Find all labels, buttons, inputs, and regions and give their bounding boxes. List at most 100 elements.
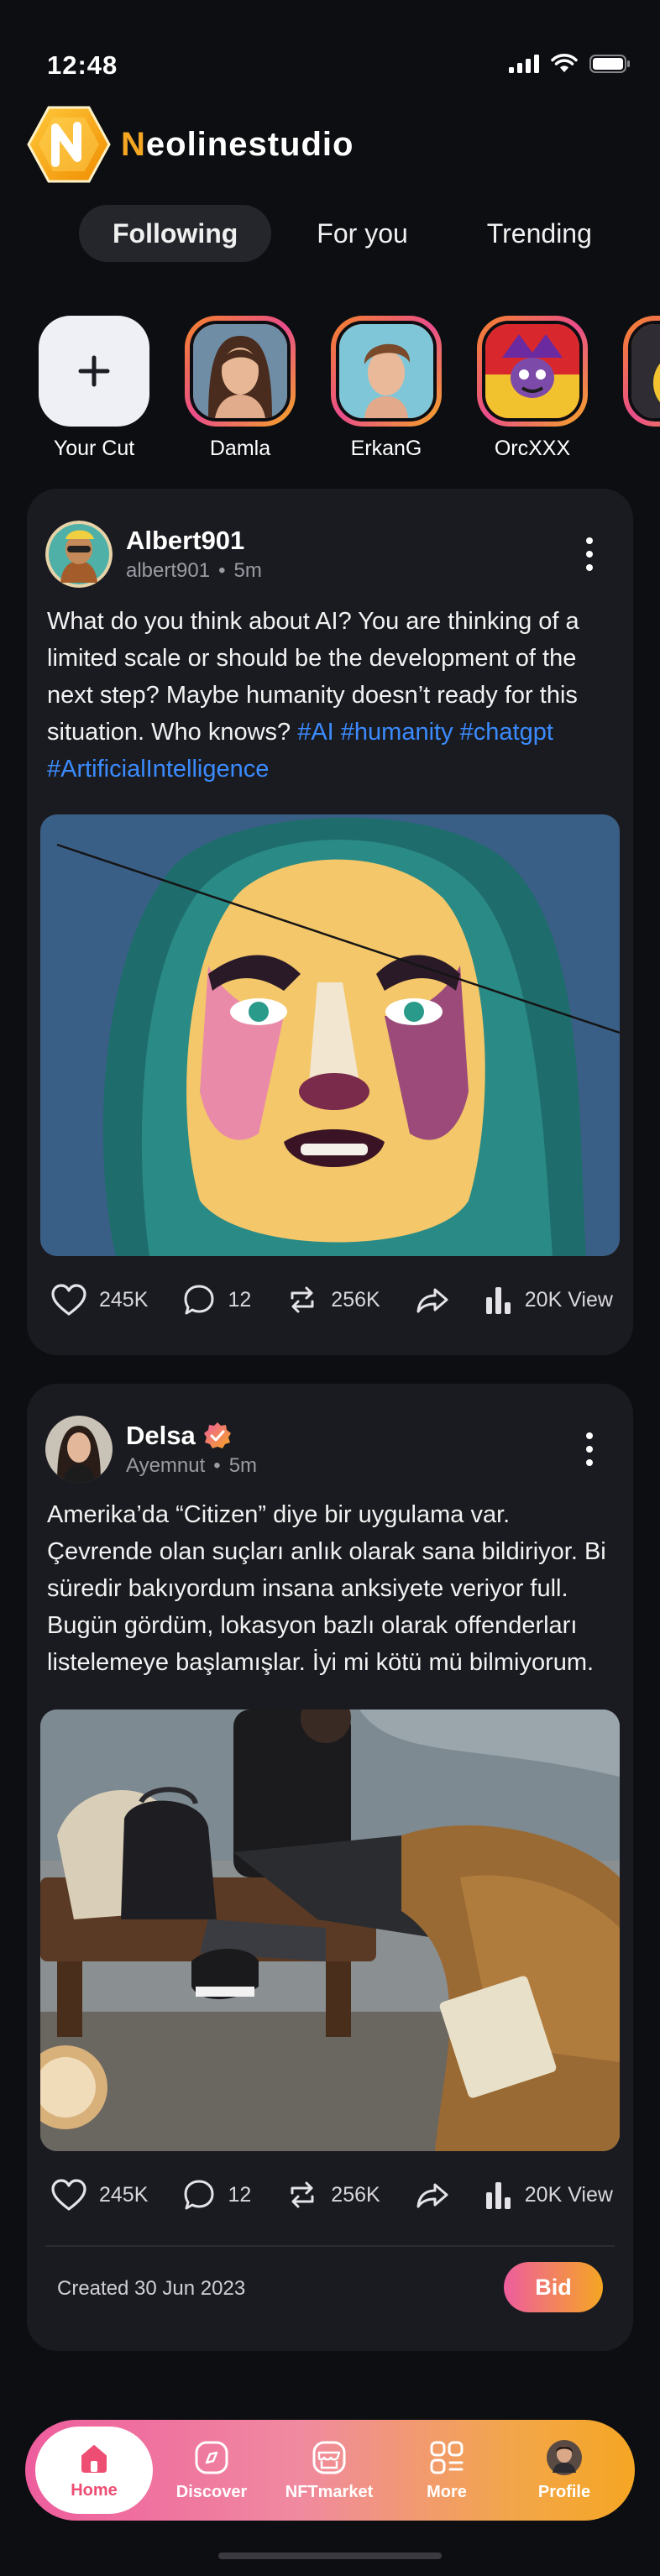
cellular-signal-icon (509, 55, 539, 73)
share-button[interactable] (415, 2178, 450, 2212)
avatar[interactable] (45, 1416, 113, 1483)
tab-following[interactable]: Following (79, 205, 272, 262)
story-partial[interactable]: D (623, 316, 660, 461)
avatar (547, 2439, 582, 2475)
author-name[interactable]: Albert901 (126, 526, 262, 556)
author-handle: albert901 (126, 559, 211, 582)
repost-icon (291, 1286, 314, 1313)
story-avatar (628, 321, 660, 421)
bid-button[interactable]: Bid (504, 2262, 603, 2312)
divider (45, 2245, 615, 2247)
home-indicator (218, 2552, 442, 2559)
stories-row: Your Cut Damla ErkanG OrcXXX (39, 316, 660, 467)
brand-name: Neolinestudio (121, 126, 354, 164)
story-label: Damla (209, 437, 271, 460)
view-count: 20K View (524, 2182, 613, 2207)
wifi-icon (551, 54, 578, 72)
tab-trending[interactable]: Trending (453, 205, 626, 262)
nav-discover[interactable]: Discover (153, 2420, 270, 2521)
post-image[interactable] (40, 1709, 620, 2151)
status-time: 12:48 (47, 50, 118, 80)
post-image[interactable] (40, 814, 620, 1256)
story-label: OrcXXX (494, 437, 571, 460)
nav-more[interactable]: More (388, 2420, 505, 2521)
created-date: Created 30 Jun 2023 (57, 2277, 246, 2300)
market-icon (312, 2441, 346, 2474)
brand-name-initial: N (121, 125, 146, 163)
repost-icon (291, 2181, 314, 2208)
author-name[interactable]: Delsa (126, 1421, 257, 1451)
view-count: 20K View (524, 1287, 613, 1312)
more-options-button[interactable] (581, 1432, 598, 1466)
story-label: Your Cut (53, 437, 135, 460)
repost-button[interactable]: 256K (285, 2178, 380, 2212)
status-icons (509, 54, 630, 74)
post-text: What do you think about AI? You are thin… (47, 603, 618, 788)
more-options-button[interactable] (581, 537, 598, 571)
story-avatar (336, 321, 437, 421)
author-name-text[interactable]: Delsa (126, 1421, 196, 1451)
story-erkang[interactable]: ErkanG (331, 316, 442, 461)
nav-home[interactable]: Home (35, 2427, 153, 2514)
post-text: Amerika’da “Citizen” diye bir uygulama v… (47, 1496, 618, 1681)
nav-label: Profile (537, 2482, 591, 2501)
nav-profile[interactable]: Profile (505, 2420, 623, 2521)
share-button[interactable] (415, 1283, 450, 1317)
bottom-navigation: Home Discover NFTmarket More Profile (25, 2420, 635, 2521)
post-card: Albert901 albert901 • 5m What do you think… (27, 489, 633, 1355)
story-avatar (482, 321, 583, 421)
post-header: Albert901 albert901 • 5m (45, 519, 262, 589)
brand-name-rest: eolinestudio (145, 125, 354, 163)
story-your-cut[interactable]: Your Cut (39, 316, 149, 461)
story-damla[interactable]: Damla (185, 316, 296, 461)
share-icon (416, 2183, 448, 2208)
like-button[interactable]: 245K (50, 1283, 148, 1317)
nav-label: More (427, 2482, 467, 2501)
comment-count: 12 (228, 2182, 252, 2207)
like-count: 245K (99, 2182, 149, 2207)
comment-count: 12 (228, 1287, 252, 1312)
story-label: D (623, 437, 660, 461)
post-actions: 245K 12 256K 20K View (50, 2170, 613, 2220)
comment-button[interactable]: 12 (182, 1283, 251, 1317)
repost-button[interactable]: 256K (285, 1283, 380, 1317)
nav-label: Discover (175, 2482, 248, 2501)
story-label: ErkanG (350, 437, 422, 460)
nav-nftmarket[interactable]: NFTmarket (270, 2420, 388, 2521)
verified-badge-icon (203, 1422, 231, 1448)
compass-icon (195, 2441, 228, 2474)
author-name-text[interactable]: Albert901 (126, 526, 244, 556)
grid-icon (430, 2441, 464, 2474)
bar-chart-icon (485, 1287, 511, 1314)
author-handle: Ayemnut (126, 1454, 206, 1477)
comment-icon (184, 1285, 214, 1315)
tab-for-you[interactable]: For you (283, 205, 441, 262)
brand-header[interactable]: Neolinestudio (25, 104, 354, 185)
avatar[interactable] (45, 521, 113, 588)
views-stat: 20K View (485, 1285, 613, 1314)
author-meta: albert901 • 5m (126, 559, 262, 582)
author-meta: Ayemnut • 5m (126, 1454, 258, 1477)
heart-icon (51, 1284, 86, 1316)
nav-label: NFTmarket (285, 2482, 374, 2501)
like-button[interactable]: 245K (50, 2178, 148, 2212)
home-icon (81, 2444, 107, 2473)
add-story-button[interactable] (39, 316, 149, 427)
views-stat: 20K View (485, 2181, 613, 2209)
repost-count: 256K (331, 1287, 380, 1312)
post-body: Amerika’da “Citizen” diye bir uygulama v… (47, 1501, 606, 1676)
repost-count: 256K (331, 2182, 380, 2207)
battery-icon (589, 55, 630, 73)
post-card: Delsa Ayemnut • 5m Amerika’da “Citizen” … (27, 1384, 633, 2351)
like-count: 245K (99, 1287, 149, 1312)
post-actions: 245K 12 256K 20K View (50, 1275, 613, 1325)
comment-icon (184, 2180, 214, 2210)
story-orcxxx[interactable]: OrcXXX (477, 316, 588, 461)
feed-tabs: Following For you Trending (79, 205, 626, 262)
post-time: 5m (228, 1454, 258, 1477)
post-header: Delsa Ayemnut • 5m (45, 1414, 257, 1484)
bar-chart-icon (485, 2182, 511, 2209)
heart-icon (51, 2179, 86, 2211)
nav-label: Home (71, 2480, 118, 2500)
comment-button[interactable]: 12 (182, 2178, 251, 2212)
